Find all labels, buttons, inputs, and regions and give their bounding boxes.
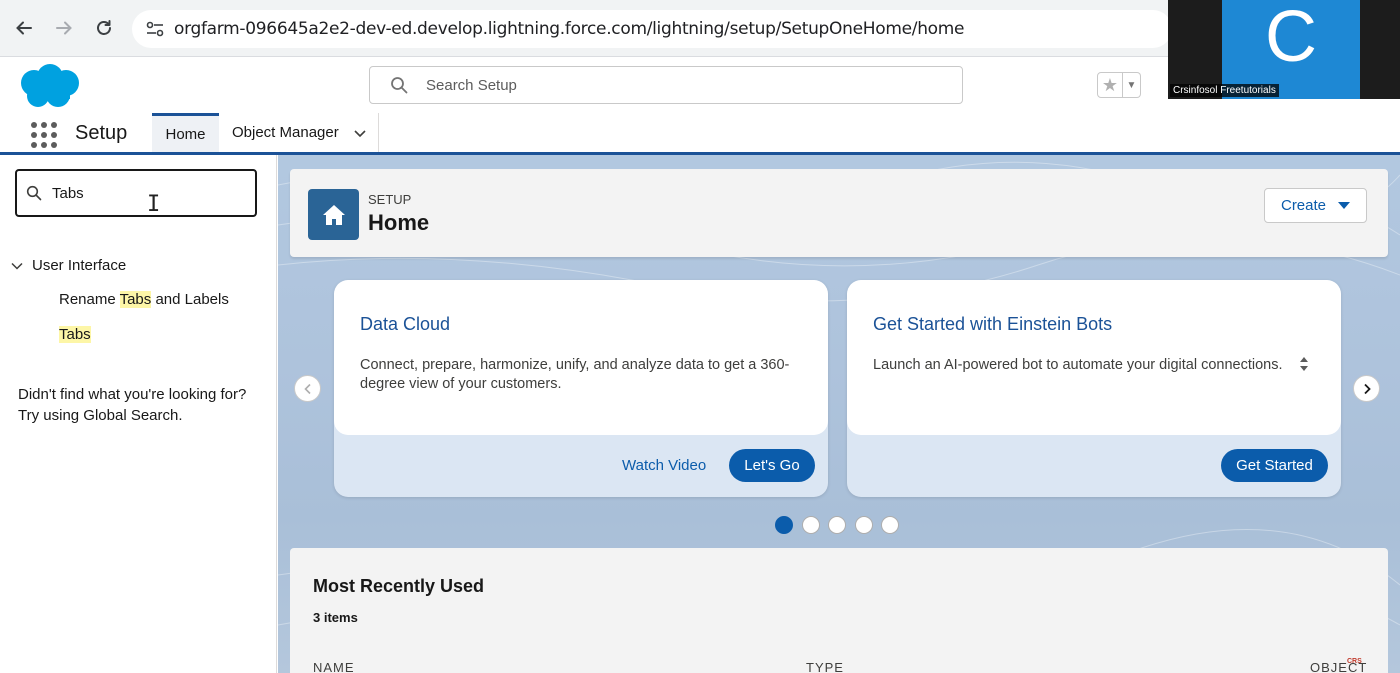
column-header-type[interactable]: TYPE bbox=[806, 660, 844, 673]
quick-find-input[interactable]: Tabs bbox=[15, 169, 257, 217]
tree-item-text: and Labels bbox=[151, 291, 229, 308]
chevron-left-icon bbox=[303, 383, 311, 394]
webcam-participant-name: Crsinfosol Freetutorials bbox=[1170, 84, 1279, 97]
text-cursor-icon: I bbox=[147, 192, 161, 217]
chevron-right-icon bbox=[1363, 383, 1371, 394]
card-description: Connect, prepare, harmonize, unify, and … bbox=[360, 357, 790, 392]
get-started-button[interactable]: Get Started bbox=[1221, 449, 1328, 482]
carousel-page-dot[interactable] bbox=[881, 516, 899, 534]
favorites-dropdown-button[interactable]: ▼ bbox=[1123, 72, 1141, 98]
home-icon bbox=[308, 189, 359, 240]
card-body: Get Started with Einstein Bots Launch an… bbox=[847, 280, 1341, 435]
carousel-card-data-cloud: Data Cloud Connect, prepare, harmonize, … bbox=[334, 280, 828, 497]
tab-divider bbox=[378, 113, 379, 152]
page-eyebrow: SETUP bbox=[368, 192, 412, 207]
card-description: Launch an AI-powered bot to automate you… bbox=[873, 357, 1283, 373]
not-found-message: Didn't find what you're looking for? Try… bbox=[18, 384, 246, 426]
create-menu-button[interactable]: Create bbox=[1264, 188, 1367, 223]
address-bar[interactable]: orgfarm-096645a2e2-dev-ed.develop.lightn… bbox=[132, 10, 1172, 48]
carousel-page-dot[interactable] bbox=[775, 516, 793, 534]
carousel-next-button[interactable] bbox=[1353, 375, 1380, 402]
chevron-down-icon[interactable] bbox=[353, 126, 367, 140]
most-recently-used-panel: Most Recently Used 3 items NAME TYPE OBJ… bbox=[290, 548, 1388, 673]
page-header: SETUP Home Create bbox=[290, 169, 1388, 257]
app-name: Setup bbox=[75, 122, 128, 144]
search-icon bbox=[26, 185, 42, 201]
tree-section-label: User Interface bbox=[32, 257, 127, 274]
tree-item-tabs[interactable]: Tabs bbox=[59, 326, 91, 343]
carousel-page-dot[interactable] bbox=[801, 516, 820, 534]
app-navigation-bar: Setup Home Object Manager bbox=[0, 113, 1400, 155]
card-body: Data Cloud Connect, prepare, harmonize, … bbox=[334, 280, 828, 435]
favorites-group: ★ ▼ bbox=[1097, 72, 1141, 98]
card-title[interactable]: Get Started with Einstein Bots bbox=[873, 314, 1112, 335]
search-icon bbox=[391, 77, 408, 94]
scroll-arrows-icon[interactable] bbox=[1298, 354, 1310, 374]
tab-object-manager-label: Object Manager bbox=[232, 124, 339, 141]
search-setup-input[interactable] bbox=[426, 76, 826, 94]
carousel-card-einstein-bots: Get Started with Einstein Bots Launch an… bbox=[847, 280, 1341, 497]
setup-sidebar: Tabs I User Interface Rename Tabs and La… bbox=[0, 155, 277, 673]
search-highlight: Tabs bbox=[119, 291, 152, 308]
back-button[interactable] bbox=[10, 14, 38, 42]
not-found-line-1: Didn't find what you're looking for? bbox=[18, 386, 247, 403]
url-text: orgfarm-096645a2e2-dev-ed.develop.lightn… bbox=[174, 19, 965, 39]
webcam-avatar-letter: C bbox=[1265, 0, 1317, 77]
arrow-left-icon bbox=[16, 21, 32, 35]
forward-button[interactable] bbox=[50, 14, 78, 42]
global-search-hint: Try using Global Search. bbox=[18, 407, 183, 424]
mru-title: Most Recently Used bbox=[313, 576, 485, 596]
site-settings-icon[interactable] bbox=[144, 18, 166, 40]
arrow-right-icon bbox=[56, 21, 72, 35]
star-icon: ★ bbox=[1101, 74, 1119, 95]
caret-down-icon bbox=[1338, 202, 1351, 209]
reload-button[interactable] bbox=[90, 14, 118, 42]
caret-down-icon: ▼ bbox=[1126, 79, 1137, 91]
mru-item-count: 3 items bbox=[313, 610, 358, 625]
quick-find-value[interactable]: Tabs bbox=[52, 185, 84, 202]
tab-home[interactable]: Home bbox=[152, 113, 219, 152]
carousel-page-dot[interactable] bbox=[828, 516, 846, 534]
search-setup-field[interactable] bbox=[369, 66, 963, 104]
salesforce-logo-icon[interactable] bbox=[16, 63, 82, 109]
card-title[interactable]: Data Cloud bbox=[360, 314, 450, 335]
lets-go-button[interactable]: Let's Go bbox=[729, 449, 815, 482]
create-button-label: Create bbox=[1280, 197, 1327, 214]
column-header-name[interactable]: NAME bbox=[313, 660, 355, 673]
tab-object-manager[interactable]: Object Manager bbox=[222, 113, 367, 152]
reload-icon bbox=[97, 20, 111, 35]
page-title: Home bbox=[368, 210, 430, 235]
search-highlight: Tabs bbox=[59, 326, 91, 343]
tree-section-user-interface[interactable]: User Interface bbox=[10, 257, 126, 274]
app-launcher-icon[interactable] bbox=[31, 122, 57, 148]
favorite-star-button[interactable]: ★ bbox=[1097, 72, 1123, 98]
webcam-overlay: C Crsinfosol Freetutorials bbox=[1168, 0, 1400, 99]
watch-video-link[interactable]: Watch Video bbox=[622, 457, 706, 474]
setup-home-content: SETUP Home Create Data Cloud Connect, pr… bbox=[278, 155, 1400, 673]
chevron-down-icon[interactable] bbox=[10, 259, 24, 273]
channel-watermark-logo: CRS bbox=[1347, 658, 1362, 665]
carousel-page-dot[interactable] bbox=[854, 516, 873, 534]
carousel-pagination bbox=[775, 516, 908, 534]
tree-item-text: Rename bbox=[59, 291, 120, 308]
tree-item-rename-tabs-and-labels[interactable]: Rename Tabs and Labels bbox=[59, 291, 229, 308]
carousel-previous-button[interactable] bbox=[294, 375, 321, 402]
